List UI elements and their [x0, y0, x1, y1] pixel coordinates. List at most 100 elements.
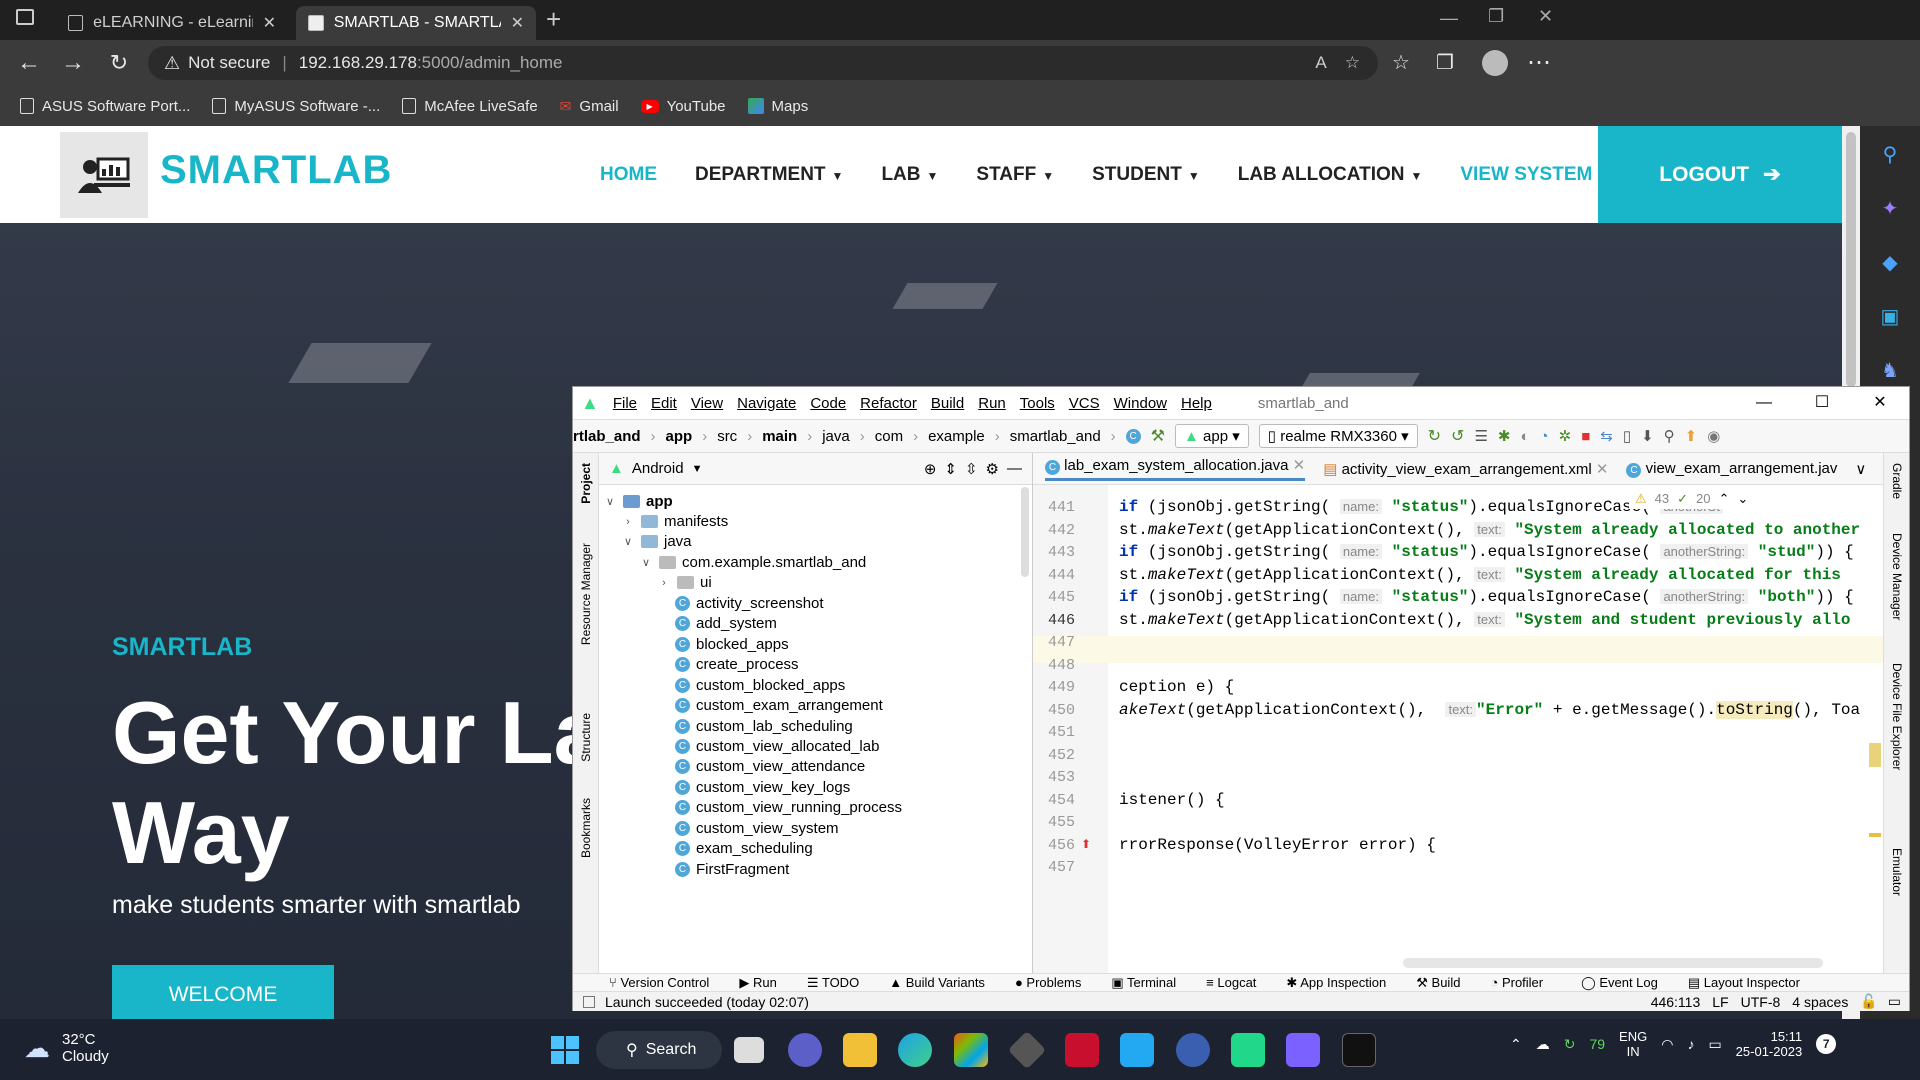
favorite-icon[interactable]: ☆ — [1345, 53, 1360, 73]
tool-build[interactable]: ⚒ Build — [1416, 975, 1460, 991]
code-line[interactable]: st.makeText(getApplicationContext(), tex… — [1119, 521, 1860, 539]
hide-icon[interactable]: ▭ — [1888, 993, 1901, 1010]
menu-refactor[interactable]: Refactor — [860, 395, 917, 412]
volume-icon[interactable]: ♪ — [1687, 1036, 1694, 1052]
code-line[interactable]: istener() { — [1119, 791, 1225, 809]
pycharm-icon[interactable] — [1231, 1033, 1265, 1067]
tool-version-control[interactable]: ⑂ Version Control — [609, 975, 709, 990]
breadcrumb-item[interactable]: rtlab_and — [573, 428, 641, 445]
line-separator[interactable]: LF — [1712, 994, 1728, 1010]
stop-icon[interactable]: ■ — [1581, 428, 1590, 445]
terminal-icon[interactable] — [1342, 1033, 1376, 1067]
project-view-select[interactable]: Android — [632, 460, 684, 477]
status-toggle-icon[interactable] — [583, 995, 595, 1008]
device-manager-icon[interactable]: ▯ — [1623, 427, 1631, 445]
override-gutter-icon[interactable]: ⬆ — [1081, 837, 1091, 851]
expand-all-icon[interactable]: ⇕ — [944, 460, 957, 478]
hammer-icon[interactable]: ⚒ — [1151, 426, 1165, 446]
close-icon[interactable]: ✕ — [1851, 387, 1909, 419]
menu-window[interactable]: Window — [1114, 395, 1167, 412]
taskbar-search[interactable]: ⚲ Search — [596, 1031, 722, 1069]
cloud-icon[interactable]: ☁ — [1536, 1036, 1550, 1053]
shopping-icon[interactable]: ◆ — [1877, 250, 1903, 276]
menu-navigate[interactable]: Navigate — [737, 395, 796, 412]
bookmark-item[interactable]: ▶ YouTube — [640, 98, 726, 115]
menu-file[interactable]: File — [613, 395, 637, 412]
tool-resource-manager[interactable]: Resource Manager — [579, 543, 593, 645]
breadcrumb-item[interactable]: java — [822, 428, 850, 445]
menu-code[interactable]: Code — [810, 395, 846, 412]
read-aloud-icon[interactable]: A — [1315, 53, 1326, 73]
favorites-icon[interactable]: ☆ — [1388, 50, 1414, 76]
wifi-icon[interactable]: ◠ — [1661, 1036, 1673, 1053]
bookmark-item[interactable]: McAfee LiveSafe — [402, 98, 538, 115]
profile-icon[interactable]: ◔ — [1540, 428, 1549, 445]
horizontal-scrollbar[interactable] — [1403, 958, 1823, 968]
sdk-icon[interactable]: ⬇ — [1641, 427, 1654, 445]
tool-project[interactable]: Project — [579, 463, 593, 504]
minimize-icon[interactable]: — — [1735, 387, 1793, 419]
code-line[interactable]: rrorResponse(VolleyError error) { — [1119, 836, 1436, 854]
forward-icon[interactable]: → — [60, 50, 86, 76]
breadcrumb-item[interactable]: main — [762, 428, 797, 445]
tools-icon[interactable]: ▣ — [1877, 304, 1903, 330]
scrollbar-thumb[interactable] — [1846, 132, 1856, 387]
logout-button[interactable]: LOGOUT ➔ — [1598, 126, 1842, 223]
device-select[interactable]: ▯ realme RMX3360 ▾ — [1258, 424, 1418, 448]
bookmark-item[interactable]: MyASUS Software -... — [212, 98, 380, 115]
update-icon[interactable]: ⬆ — [1685, 427, 1698, 445]
editor-tab-active[interactable]: C lab_exam_system_allocation.java ✕ — [1045, 456, 1306, 481]
tool-profiler[interactable]: ◔ Profiler — [1490, 975, 1543, 990]
nav-lab[interactable]: LAB ▼ — [881, 164, 938, 186]
refresh-icon[interactable]: ↻ — [1564, 1036, 1576, 1053]
code-line[interactable]: st.makeText(getApplicationContext(), tex… — [1119, 611, 1851, 629]
unity-icon[interactable] — [1007, 1030, 1047, 1070]
store-icon[interactable] — [954, 1033, 988, 1067]
menu-run[interactable]: Run — [978, 395, 1006, 412]
attach-debugger-icon[interactable]: ✲ — [1559, 427, 1572, 445]
tool-bookmarks[interactable]: Bookmarks — [579, 798, 593, 858]
start-icon[interactable] — [548, 1033, 582, 1067]
code-line[interactable]: ception e) { — [1119, 678, 1234, 696]
mcafee-icon[interactable] — [1065, 1033, 1099, 1067]
task-view-icon[interactable] — [734, 1037, 764, 1063]
back-icon[interactable]: ← — [16, 50, 42, 76]
tool-app-inspection[interactable]: ✱ App Inspection — [1286, 975, 1386, 991]
tool-structure[interactable]: Structure — [579, 713, 593, 762]
tool-device-file-explorer[interactable]: Device File Explorer — [1890, 663, 1904, 770]
nav-lab-allocation[interactable]: LAB ALLOCATION ▼ — [1238, 164, 1423, 186]
tool-run[interactable]: ▶ Run — [739, 975, 776, 991]
tool-layout-inspector[interactable]: ▤ Layout Inspector — [1688, 975, 1800, 991]
menu-edit[interactable]: Edit — [651, 395, 677, 412]
search-icon[interactable]: ⚲ — [1664, 427, 1675, 445]
tool-problems[interactable]: ● Problems — [1015, 975, 1081, 990]
clock[interactable]: 15:11 25-01-2023 — [1736, 1029, 1803, 1059]
minimize-icon[interactable]: — — [1440, 8, 1458, 29]
collapse-all-icon[interactable]: ⇳ — [965, 460, 978, 478]
maximize-icon[interactable]: ☐ — [1793, 387, 1851, 419]
weather-widget[interactable]: ☁ 32°C Cloudy — [24, 1031, 109, 1065]
menu-tools[interactable]: Tools — [1020, 395, 1055, 412]
error-stripe-mark[interactable] — [1869, 743, 1881, 767]
tool-event-log[interactable]: ◯ Event Log — [1581, 975, 1658, 991]
coverage-icon[interactable]: ◐ — [1520, 428, 1529, 445]
indent-setting[interactable]: 4 spaces — [1792, 994, 1848, 1010]
code-line[interactable]: st.makeText(getApplicationContext(), tex… — [1119, 566, 1841, 584]
close-tab-icon[interactable]: ✕ — [263, 13, 276, 33]
tree-scrollbar[interactable] — [1021, 487, 1029, 577]
nav-home[interactable]: HOME — [600, 164, 657, 186]
nav-department[interactable]: DEPARTMENT ▼ — [695, 164, 843, 186]
breadcrumb-item[interactable]: smartlab_and — [1010, 428, 1101, 445]
battery-icon[interactable]: ▭ — [1708, 1036, 1721, 1053]
restore-icon[interactable]: ❐ — [1488, 6, 1504, 27]
chevron-up-icon[interactable]: ⌃ — [1510, 1036, 1522, 1053]
bookmark-item[interactable]: ASUS Software Port... — [20, 98, 190, 115]
language-indicator[interactable]: ENG IN — [1619, 1029, 1647, 1059]
account-icon[interactable]: ◉ — [1707, 427, 1720, 445]
chevron-up-icon[interactable]: ⌃ — [1719, 491, 1730, 507]
chevron-down-icon[interactable]: ▼ — [692, 463, 703, 475]
run-config-select[interactable]: ▲ app ▾ — [1175, 424, 1249, 448]
close-tab-icon[interactable]: ✕ — [511, 13, 524, 33]
tool-device-manager[interactable]: Device Manager — [1890, 533, 1904, 620]
vscode-icon[interactable] — [1120, 1033, 1154, 1067]
